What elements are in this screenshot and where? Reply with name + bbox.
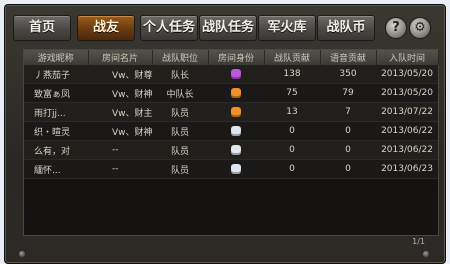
- identity-badge-icon: [231, 163, 241, 174]
- identity-cell: [208, 121, 264, 141]
- header-join-time: 入队时间: [376, 50, 439, 65]
- nickname-cell: 致富ぁ凤: [24, 83, 88, 103]
- join-date-cell: 2013/06/23: [376, 159, 438, 179]
- join-date-cell: 2013/05/20: [376, 83, 438, 103]
- team-contribution-cell: 0: [264, 121, 320, 141]
- identity-cell: [208, 83, 264, 103]
- header-nickname: 游戏昵称: [24, 50, 89, 65]
- tab-bar: 首页 战友 个人任务 战队任务 军火库 战队币 ? ⚙: [13, 15, 437, 41]
- position-cell: 队员: [152, 121, 208, 141]
- identity-cell: [208, 102, 264, 122]
- tab-home[interactable]: 首页: [13, 15, 71, 41]
- join-date-cell: 2013/05/20: [376, 65, 438, 84]
- member-table: 游戏昵称 房间名片 战队职位 房间身份 战队贡献 语音贡献 入队时间 丿燕茄子 …: [24, 50, 439, 179]
- room-card-cell: Vw、财神: [88, 121, 152, 141]
- room-card-cell: Vw、财尊: [88, 65, 152, 84]
- voice-contribution-cell: 0: [320, 121, 376, 141]
- table-row[interactable]: 雨打jj... Vw、财主 队员 13 7 2013/07/22: [24, 102, 438, 122]
- header-team-position: 战队职位: [152, 50, 209, 65]
- room-card-cell: --: [88, 140, 152, 160]
- voice-contribution-cell: 350: [320, 65, 376, 84]
- identity-cell: [208, 159, 264, 179]
- nickname-cell: 丿燕茄子: [24, 65, 88, 84]
- room-card-cell: --: [88, 159, 152, 179]
- team-contribution-cell: 13: [264, 102, 320, 122]
- position-cell: 队员: [152, 159, 208, 179]
- corner-screw-icon: [19, 251, 25, 257]
- join-date-cell: 2013/07/22: [376, 102, 438, 122]
- position-cell: 队员: [152, 140, 208, 160]
- team-contribution-cell: 0: [264, 159, 320, 179]
- tab-personal-tasks[interactable]: 个人任务: [140, 15, 198, 41]
- team-window: 首页 战友 个人任务 战队任务 军火库 战队币 ? ⚙ 游戏昵称 房间名片 战队…: [4, 4, 446, 264]
- identity-cell: [208, 65, 264, 84]
- table-row[interactable]: 织・暄灵 Vw、财神 队员 0 0 2013/06/22: [24, 121, 438, 141]
- voice-contribution-cell: 0: [320, 140, 376, 160]
- nickname-cell: 么有，对: [24, 140, 88, 160]
- voice-contribution-cell: 79: [320, 83, 376, 103]
- room-card-cell: Vw、财神: [88, 83, 152, 103]
- header-team-contribution: 战队贡献: [264, 50, 321, 65]
- team-contribution-cell: 75: [264, 83, 320, 103]
- help-button[interactable]: ?: [385, 17, 407, 39]
- nickname-cell: 緬怀...: [24, 159, 88, 179]
- join-date-cell: 2013/06/22: [376, 121, 438, 141]
- table-header-row: 游戏昵称 房间名片 战队职位 房间身份 战队贡献 语音贡献 入队时间: [24, 50, 439, 65]
- position-cell: 队员: [152, 102, 208, 122]
- join-date-cell: 2013/06/22: [376, 140, 438, 160]
- table-row[interactable]: 致富ぁ凤 Vw、财神 中队长 75 79 2013/05/20: [24, 83, 438, 103]
- header-voice-contribution: 语音贡献: [320, 50, 377, 65]
- tab-teammates[interactable]: 战友: [77, 15, 135, 41]
- identity-badge-icon: [231, 125, 241, 136]
- identity-badge-icon: [231, 68, 241, 79]
- gear-icon: ⚙: [414, 20, 426, 35]
- identity-cell: [208, 140, 264, 160]
- tab-armory[interactable]: 军火库: [258, 15, 316, 41]
- nickname-cell: 织・暄灵: [24, 121, 88, 141]
- team-contribution-cell: 138: [264, 65, 320, 84]
- table-row[interactable]: 丿燕茄子 Vw、财尊 队长 138 350 2013/05/20: [24, 65, 438, 84]
- member-table-panel: 游戏昵称 房间名片 战队职位 房间身份 战队贡献 语音贡献 入队时间 丿燕茄子 …: [23, 49, 439, 236]
- header-room-identity: 房间身份: [208, 50, 265, 65]
- corner-screw-icon: [423, 251, 429, 257]
- nickname-cell: 雨打jj...: [24, 102, 88, 122]
- team-contribution-cell: 0: [264, 140, 320, 160]
- table-row[interactable]: 么有，对 -- 队员 0 0 2013/06/22: [24, 140, 438, 160]
- room-card-cell: Vw、财主: [88, 102, 152, 122]
- page-indicator: 1/1: [412, 237, 425, 246]
- position-cell: 中队长: [152, 83, 208, 103]
- tab-team-tasks[interactable]: 战队任务: [199, 15, 257, 41]
- identity-badge-icon: [231, 87, 241, 98]
- voice-contribution-cell: 7: [320, 102, 376, 122]
- identity-badge-icon: [231, 144, 241, 155]
- voice-contribution-cell: 0: [320, 159, 376, 179]
- tab-team-coins[interactable]: 战队币: [317, 15, 375, 41]
- identity-badge-icon: [231, 106, 241, 117]
- table-row[interactable]: 緬怀... -- 队员 0 0 2013/06/23: [24, 159, 438, 179]
- settings-button[interactable]: ⚙: [409, 17, 431, 39]
- position-cell: 队长: [152, 65, 208, 84]
- header-room-card: 房间名片: [88, 50, 153, 65]
